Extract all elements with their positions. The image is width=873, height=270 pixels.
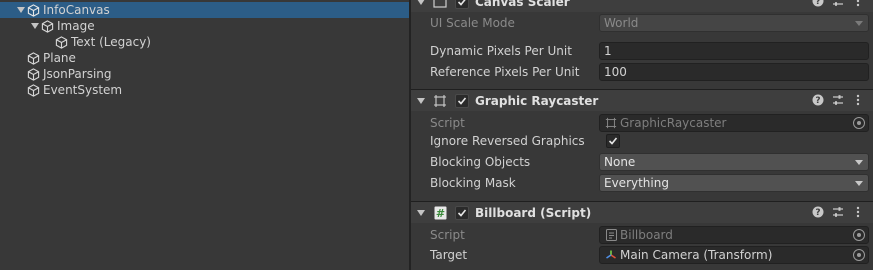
hierarchy-item-eventsystem[interactable]: EventSystem [0, 82, 409, 98]
prop-blocking-objects: Blocking Objects None [411, 152, 873, 172]
kebab-menu-icon[interactable] [851, 205, 865, 219]
transform-axes-icon [604, 248, 618, 262]
prop-label: Dynamic Pixels Per Unit [430, 44, 572, 58]
prop-label: Script [430, 116, 465, 130]
component-enabled-checkbox[interactable] [455, 93, 469, 108]
hierarchy-item-label: Image [57, 19, 95, 33]
prop-ui-scale-mode: UI Scale Mode World [411, 13, 873, 33]
script-hash-icon: # [431, 205, 449, 221]
prop-label: Reference Pixels Per Unit [430, 65, 580, 79]
help-icon[interactable]: ? [811, 205, 825, 219]
cube-icon [54, 34, 68, 50]
prop-script: Script GraphicRaycaster [411, 113, 873, 133]
chevron-down-icon [855, 160, 863, 165]
hierarchy-item-label: EventSystem [43, 83, 123, 97]
hierarchy-item-label: Plane [43, 51, 76, 65]
prop-label: Target [430, 248, 468, 262]
reference-pixels-input[interactable]: 100 [599, 63, 869, 81]
dropdown-value: None [604, 155, 636, 169]
target-field[interactable]: Main Camera (Transform) [599, 246, 869, 264]
hierarchy-item-label: JsonParsing [43, 67, 112, 81]
prop-target: Target Main Camera (Transform) [411, 245, 873, 265]
ui-scale-mode-dropdown: World [599, 14, 869, 32]
field-value: GraphicRaycaster [620, 116, 727, 130]
cube-icon [40, 18, 54, 34]
help-icon[interactable]: ? [811, 0, 825, 8]
hierarchy-item-plane[interactable]: Plane [0, 50, 409, 66]
prop-label: Blocking Mask [430, 176, 516, 190]
expand-arrow-icon[interactable] [30, 18, 40, 34]
svg-text:?: ? [815, 0, 820, 7]
blocking-objects-dropdown[interactable]: None [599, 153, 869, 171]
hierarchy-item-image[interactable]: Image [0, 18, 409, 34]
input-value: 100 [604, 65, 627, 79]
cube-icon [26, 50, 40, 66]
component-header-graphic-raycaster[interactable]: Graphic Raycaster ? [411, 89, 873, 111]
cube-icon [26, 66, 40, 82]
foldout-arrow-icon[interactable] [413, 97, 429, 104]
blocking-mask-dropdown[interactable]: Everything [599, 174, 869, 192]
hierarchy-item-label: InfoCanvas [43, 3, 110, 17]
dropdown-value: Everything [604, 176, 669, 190]
help-icon[interactable]: ? [811, 93, 825, 107]
script-field: Billboard [599, 226, 869, 244]
object-picker-icon [853, 229, 865, 241]
hierarchy-item-label: Text (Legacy) [71, 35, 151, 49]
prop-label: Blocking Objects [430, 155, 531, 169]
field-value: Billboard [620, 228, 673, 242]
foldout-arrow-icon[interactable] [413, 0, 429, 5]
kebab-menu-icon[interactable] [851, 93, 865, 107]
cube-icon [26, 2, 40, 18]
inspector-panel: Canvas Scaler ? UI Scale Mode World Dyna… [411, 0, 873, 270]
sliders-icon[interactable] [831, 93, 845, 107]
hierarchy-panel: InfoCanvas Image Text (Legacy) Plane Jso… [0, 0, 409, 270]
prop-billboard-script: Script Billboard [411, 225, 873, 245]
component-enabled-checkbox[interactable] [455, 205, 469, 220]
object-picker-icon[interactable] [853, 249, 865, 261]
sliders-icon[interactable] [831, 205, 845, 219]
script-file-icon [604, 228, 618, 242]
component-header-canvas-scaler[interactable]: Canvas Scaler ? [411, 0, 873, 12]
prop-blocking-mask: Blocking Mask Everything [411, 173, 873, 193]
script-field: GraphicRaycaster [599, 114, 869, 132]
ignore-reversed-checkbox[interactable] [606, 134, 620, 148]
input-value: 1 [604, 44, 612, 58]
component-title: Billboard (Script) [475, 205, 592, 220]
dropdown-value: World [604, 16, 639, 30]
prop-dynamic-pixels: Dynamic Pixels Per Unit 1 [411, 41, 873, 61]
svg-text:#: # [435, 207, 444, 220]
prop-label: Script [430, 228, 465, 242]
dynamic-pixels-input[interactable]: 1 [599, 42, 869, 60]
component-header-billboard[interactable]: # Billboard (Script) ? [411, 201, 873, 223]
expand-arrow-icon[interactable] [16, 2, 26, 18]
object-picker-icon [853, 117, 865, 129]
hierarchy-item-text-legacy[interactable]: Text (Legacy) [0, 34, 409, 50]
component-title: Graphic Raycaster [475, 93, 599, 108]
hierarchy-item-infocanvas[interactable]: InfoCanvas [0, 2, 409, 18]
hierarchy-item-jsonparsing[interactable]: JsonParsing [0, 66, 409, 82]
prop-ignore-reversed: Ignore Reversed Graphics [411, 131, 873, 151]
rect-transform-icon [604, 116, 618, 130]
foldout-arrow-icon[interactable] [413, 209, 429, 216]
cube-icon [26, 82, 40, 98]
prop-label: UI Scale Mode [430, 16, 515, 30]
component-enabled-checkbox[interactable] [455, 0, 469, 9]
kebab-menu-icon[interactable] [851, 0, 865, 8]
sliders-icon[interactable] [831, 0, 845, 8]
chevron-down-icon [855, 21, 863, 26]
field-value: Main Camera (Transform) [620, 248, 773, 262]
chevron-down-icon [855, 181, 863, 186]
svg-text:?: ? [815, 96, 820, 106]
prop-reference-pixels: Reference Pixels Per Unit 100 [411, 62, 873, 82]
rect-transform-icon [431, 93, 449, 109]
canvas-scaler-icon [431, 0, 449, 10]
svg-text:?: ? [815, 208, 820, 218]
component-title: Canvas Scaler [475, 0, 570, 9]
prop-label: Ignore Reversed Graphics [430, 134, 585, 148]
